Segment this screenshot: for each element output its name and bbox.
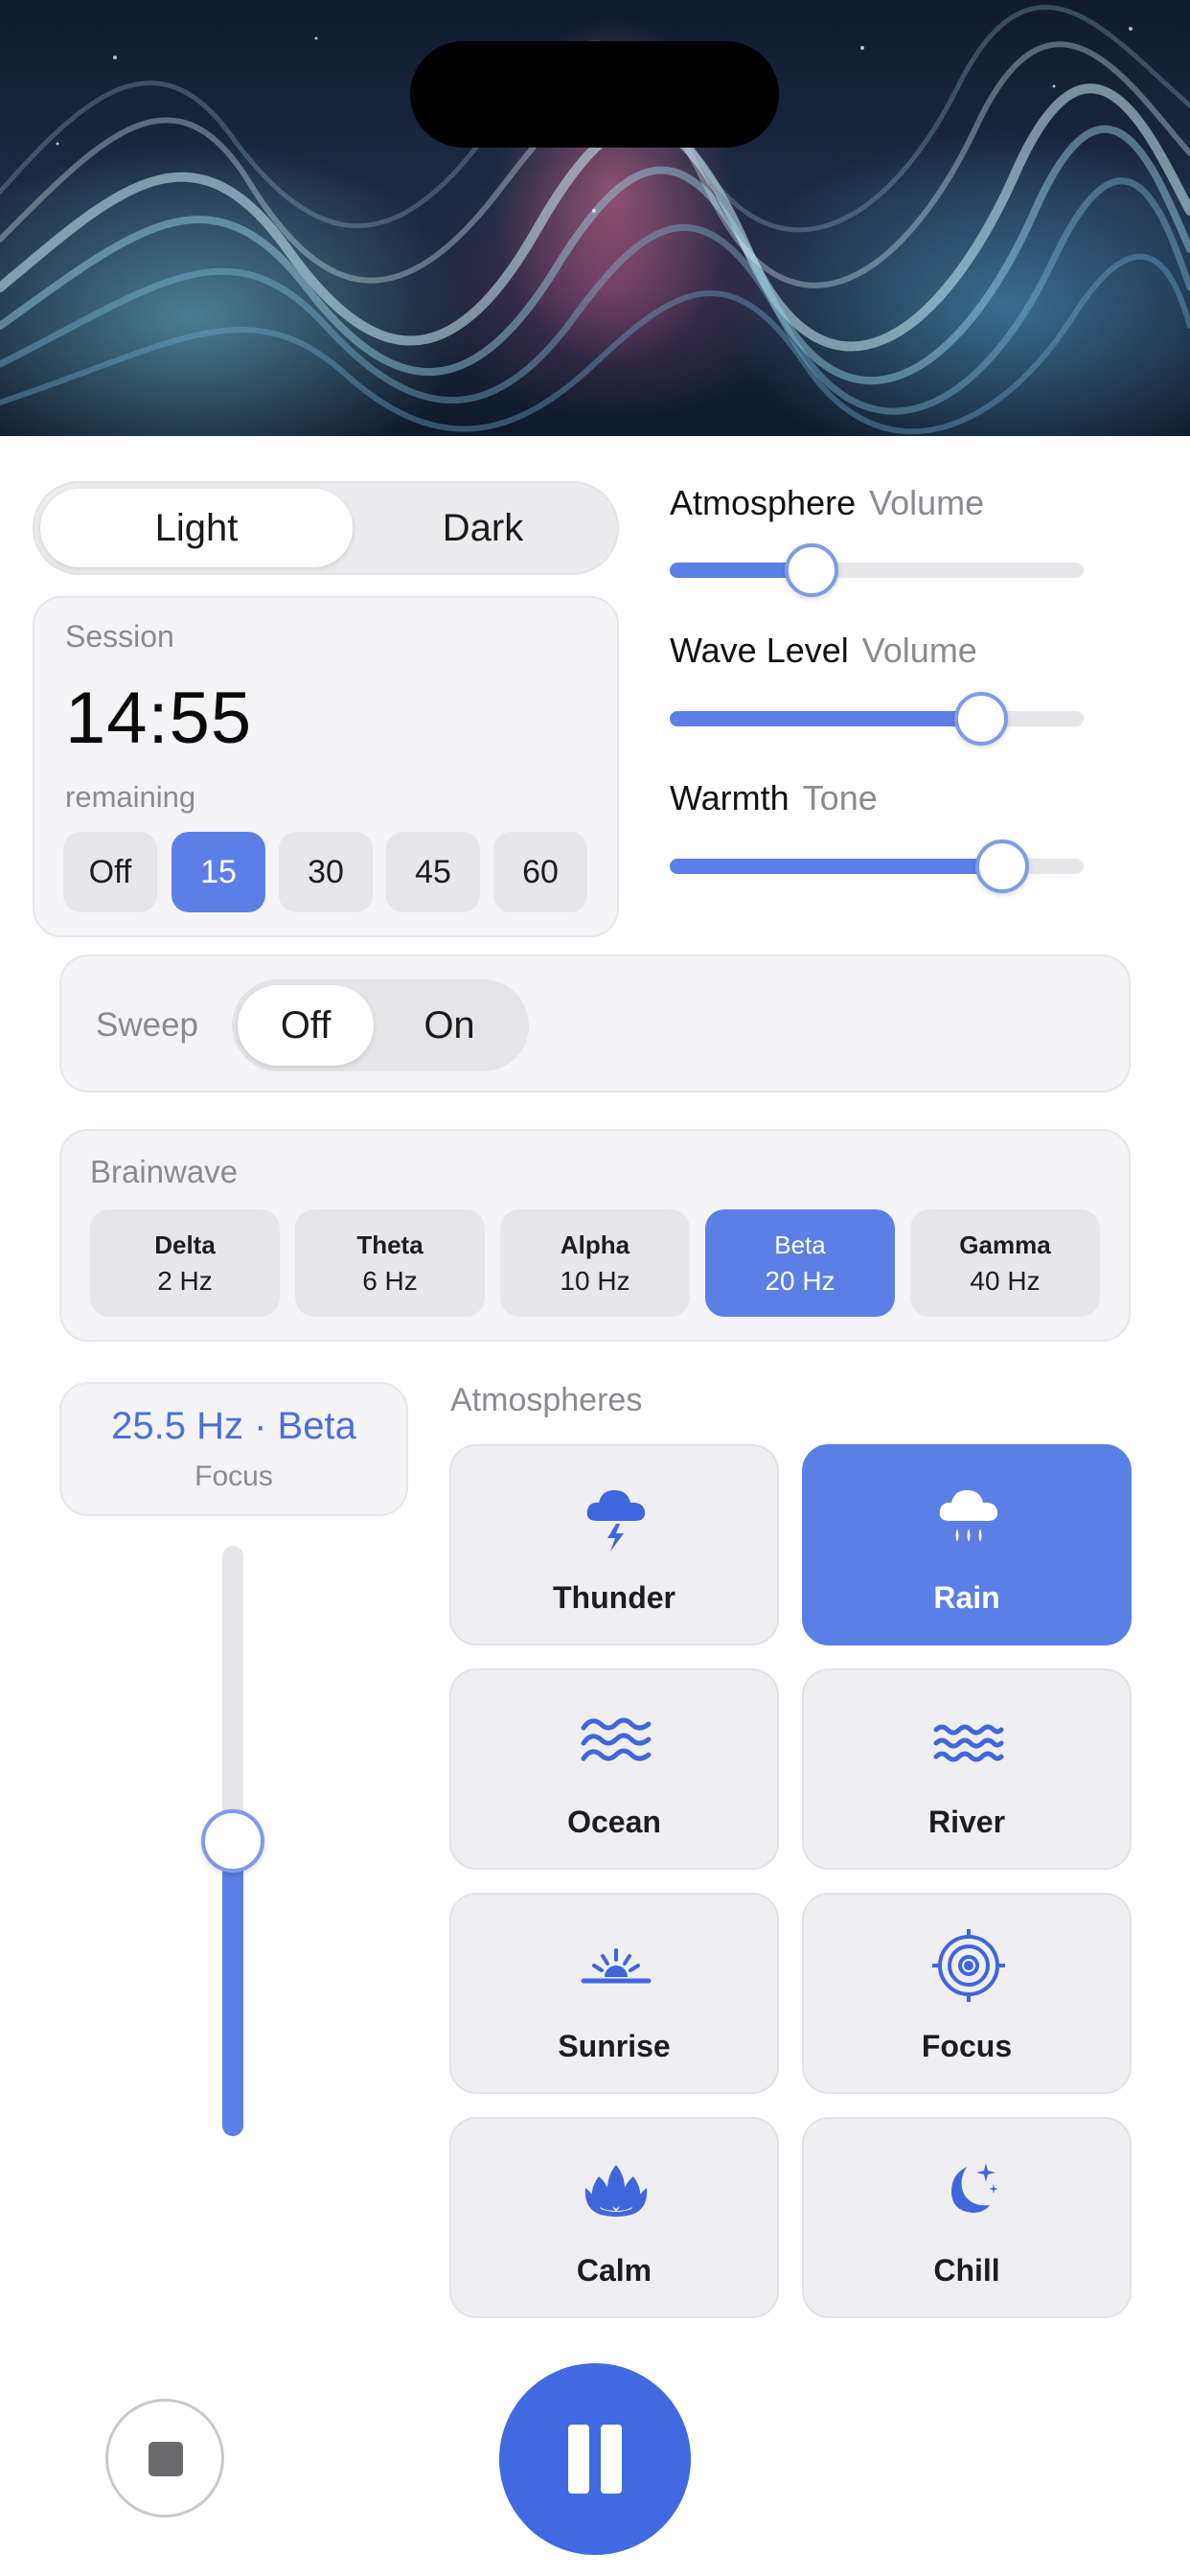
stop-button[interactable]: [105, 2399, 224, 2518]
pause-button[interactable]: [499, 2363, 691, 2555]
wave-level-volume-label: Wave Level Volume: [670, 631, 977, 671]
atmosphere-volume-slider[interactable]: [670, 563, 1084, 578]
ocean-waves-icon: [581, 1717, 652, 1761]
brainwave-card: Brainwave Delta 2 Hz Theta 6 Hz Alpha 10…: [59, 1129, 1131, 1342]
band-hz: 40 Hz: [970, 1265, 1041, 1296]
atmospheres-title: Atmospheres: [450, 1382, 643, 1418]
band-hz: 10 Hz: [560, 1265, 630, 1296]
wave-level-volume-knob[interactable]: [954, 692, 1008, 746]
tile-label: Focus: [921, 2029, 1013, 2063]
session-label: Session: [65, 619, 174, 654]
frequency-mode: Focus: [195, 1460, 273, 1492]
lotus-icon: [584, 2165, 648, 2217]
atmosphere-thunder[interactable]: Thunder: [449, 1444, 779, 1645]
slider-title: Warmth: [670, 778, 790, 817]
slider-title: Atmosphere: [670, 483, 857, 522]
slider-subtitle: Volume: [869, 483, 985, 522]
warmth-tone-label: Warmth Tone: [670, 778, 878, 818]
band-gamma[interactable]: Gamma 40 Hz: [910, 1209, 1100, 1317]
sweep-option-on[interactable]: On: [376, 985, 523, 1066]
band-name: Theta: [356, 1230, 423, 1259]
river-waves-icon: [933, 1724, 1004, 1762]
camera-notch: [410, 41, 779, 148]
duration-60[interactable]: 60: [493, 832, 587, 912]
band-theta[interactable]: Theta 6 Hz: [295, 1209, 485, 1317]
tile-label: Chill: [933, 2253, 1000, 2288]
sunrise-icon: [581, 1948, 652, 1984]
atmosphere-ocean[interactable]: Ocean: [449, 1668, 779, 1870]
tile-label: Thunder: [553, 1580, 675, 1615]
thunder-cloud-icon: [586, 1490, 646, 1552]
band-hz: 6 Hz: [362, 1265, 418, 1296]
slider-fill: [670, 711, 980, 726]
slider-subtitle: Tone: [802, 778, 878, 817]
theme-option-light[interactable]: Light: [40, 489, 353, 567]
band-alpha[interactable]: Alpha 10 Hz: [500, 1209, 690, 1317]
frequency-display: 25.5 Hz · Beta Focus: [59, 1382, 408, 1516]
tile-label: Rain: [933, 1580, 1000, 1615]
sweep-card: Sweep Off On: [59, 954, 1131, 1092]
duration-15[interactable]: 15: [172, 832, 265, 912]
band-beta[interactable]: Beta 20 Hz: [705, 1209, 895, 1317]
tile-label: Calm: [576, 2253, 652, 2288]
atmosphere-chill[interactable]: Chill: [802, 2117, 1132, 2318]
frequency-slider-fill: [222, 1841, 243, 2136]
target-icon: [932, 1929, 1005, 2002]
band-hz: 2 Hz: [157, 1265, 213, 1296]
sweep-option-off[interactable]: Off: [238, 985, 374, 1066]
header-artwork: [0, 0, 1190, 436]
rain-cloud-icon: [939, 1490, 998, 1542]
wave-level-volume-slider[interactable]: [670, 711, 1084, 726]
band-delta[interactable]: Delta 2 Hz: [90, 1209, 280, 1317]
atmosphere-river[interactable]: River: [802, 1668, 1132, 1870]
slider-fill: [670, 859, 1001, 874]
frequency-value: 25.5 Hz · Beta: [111, 1405, 356, 1447]
band-name: Beta: [774, 1230, 826, 1259]
atmosphere-focus[interactable]: Focus: [802, 1893, 1132, 2094]
session-card: Session 14:55 remaining Off 15 30 45 60: [33, 596, 619, 937]
duration-45[interactable]: 45: [386, 832, 480, 912]
tile-label: Sunrise: [558, 2029, 671, 2063]
atmosphere-sunrise[interactable]: Sunrise: [449, 1893, 779, 2094]
moon-stars-icon: [951, 2163, 998, 2213]
duration-30[interactable]: 30: [279, 832, 373, 912]
sweep-toggle[interactable]: Off On: [232, 979, 529, 1071]
atmosphere-volume-label: Atmosphere Volume: [670, 483, 984, 523]
warmth-tone-knob[interactable]: [975, 840, 1029, 893]
duration-off[interactable]: Off: [63, 832, 157, 912]
tile-label: Ocean: [567, 1805, 661, 1839]
sweep-label: Sweep: [96, 1006, 199, 1044]
session-time: 14:55: [65, 678, 253, 759]
band-name: Alpha: [560, 1230, 630, 1259]
atmosphere-calm[interactable]: Calm: [449, 2117, 779, 2318]
band-name: Delta: [154, 1230, 216, 1259]
slider-title: Wave Level: [670, 631, 849, 670]
slider-subtitle: Volume: [861, 631, 977, 670]
session-remaining-label: remaining: [65, 780, 196, 814]
brainwave-title: Brainwave: [90, 1154, 239, 1189]
band-hz: 20 Hz: [765, 1265, 835, 1296]
theme-toggle[interactable]: Light Dark: [33, 481, 619, 575]
frequency-slider-knob[interactable]: [201, 1809, 264, 1873]
tile-label: River: [927, 1805, 1006, 1839]
theme-option-dark[interactable]: Dark: [353, 489, 613, 567]
stop-icon: [149, 2442, 183, 2476]
atmosphere-volume-knob[interactable]: [785, 543, 838, 597]
atmosphere-rain[interactable]: Rain: [802, 1444, 1132, 1645]
band-name: Gamma: [959, 1230, 1051, 1259]
